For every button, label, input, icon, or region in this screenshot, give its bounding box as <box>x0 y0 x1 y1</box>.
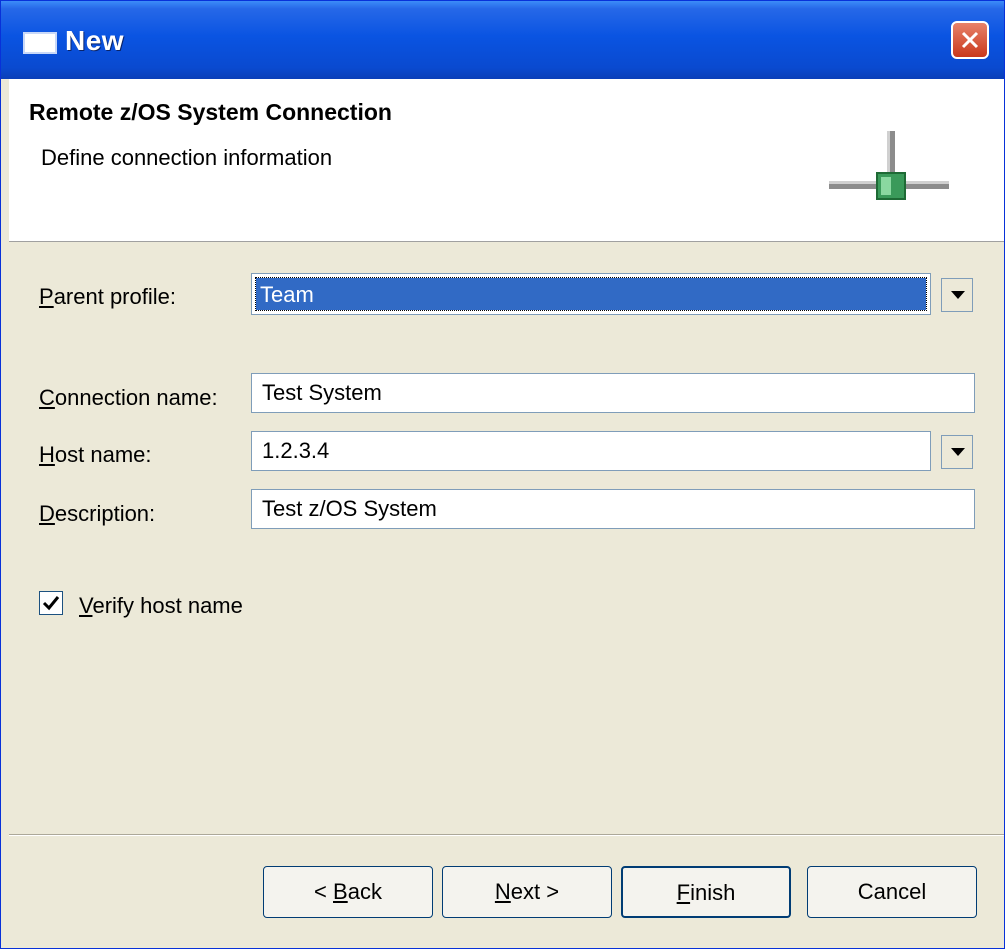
parent-profile-dropdown-button[interactable] <box>941 278 973 312</box>
cancel-button[interactable]: Cancel <box>807 866 977 918</box>
verify-host-checkbox[interactable] <box>39 591 63 615</box>
next-button[interactable]: Next > <box>442 866 612 918</box>
page-title: Remote z/OS System Connection <box>29 99 392 125</box>
host-name-input[interactable]: 1.2.3.4 <box>251 431 931 471</box>
description-input[interactable]: Test z/OS System <box>251 489 975 529</box>
close-button[interactable] <box>951 21 989 59</box>
parent-profile-value: Team <box>260 282 314 307</box>
window-icon <box>23 32 57 54</box>
network-connection-icon <box>829 131 949 200</box>
footer-separator <box>9 834 1004 836</box>
checkmark-icon <box>42 596 60 611</box>
close-icon <box>961 31 979 49</box>
parent-profile-select[interactable]: Team <box>251 273 931 315</box>
description-label: Description: <box>39 501 156 526</box>
wizard-header: Remote z/OS System Connection Define con… <box>9 79 1004 242</box>
connection-name-label: Connection name: <box>39 385 218 410</box>
page-subtitle: Define connection information <box>41 145 333 170</box>
new-wizard-dialog: New Remote z/OS System Connection Define… <box>0 0 1005 949</box>
host-name-label: Host name: <box>39 442 152 467</box>
back-button[interactable]: < Back <box>263 866 433 918</box>
host-name-dropdown-button[interactable] <box>941 435 973 469</box>
parent-profile-label: Parent profile: <box>39 284 176 309</box>
window-title: New <box>65 25 125 56</box>
connection-name-input[interactable]: Test System <box>251 373 975 413</box>
finish-button[interactable]: Finish <box>621 866 791 918</box>
title-bar[interactable]: New <box>1 1 1004 79</box>
selection-highlight <box>255 277 927 311</box>
verify-host-label[interactable]: Verify host name <box>79 593 243 619</box>
